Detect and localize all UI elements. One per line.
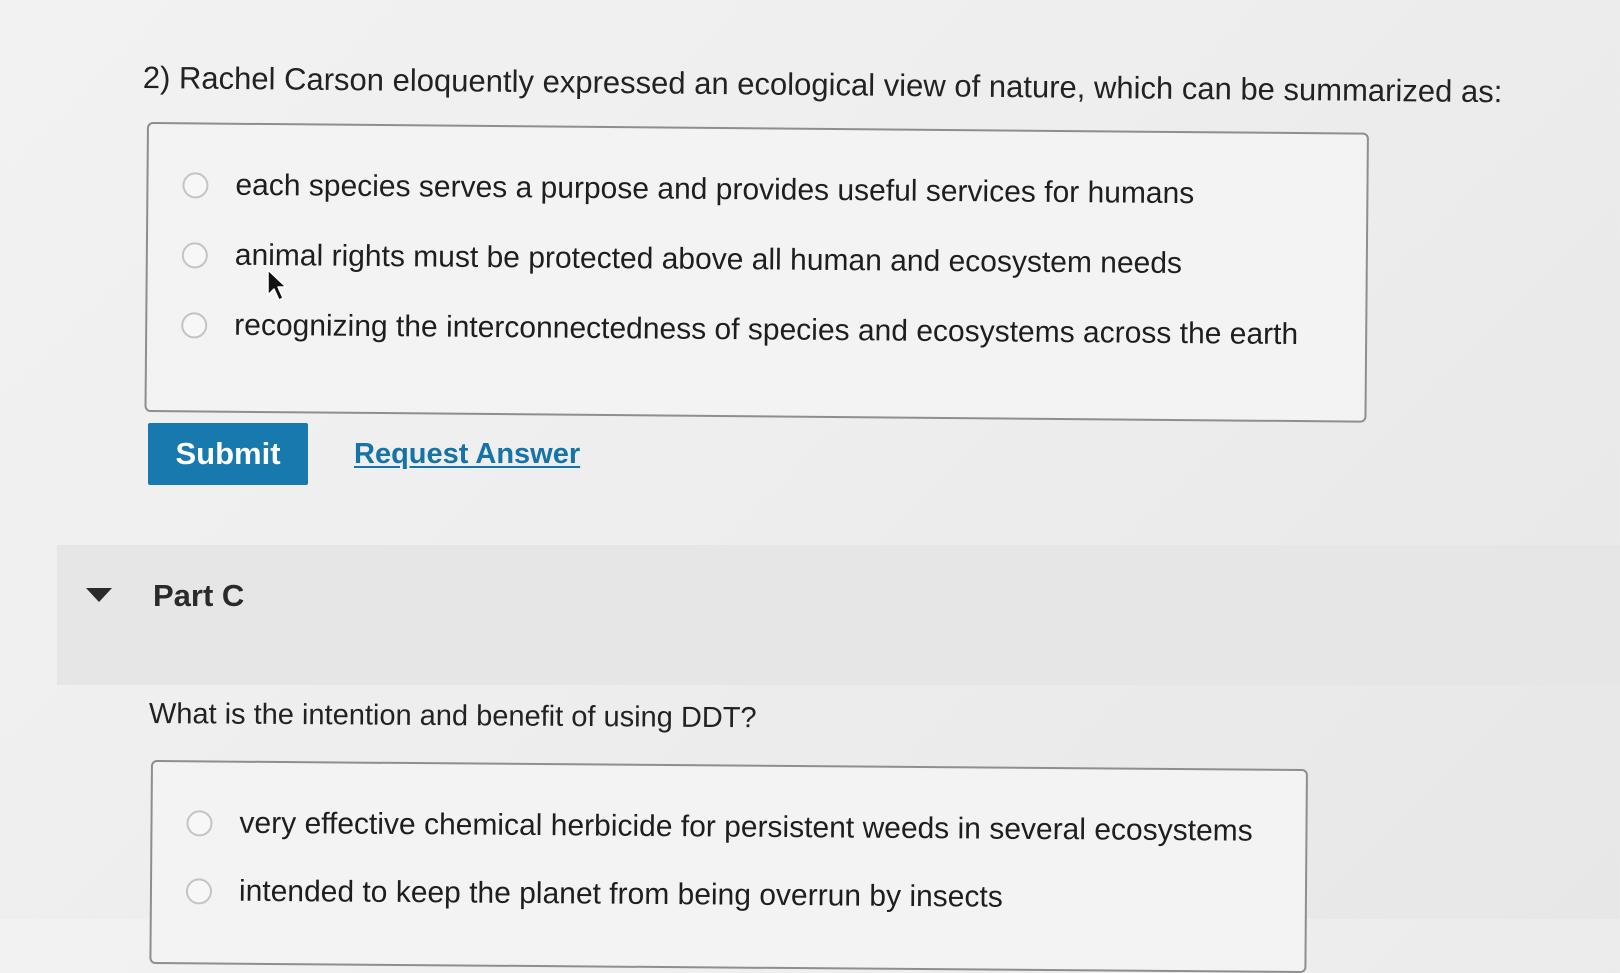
part-c-header xyxy=(57,545,1620,685)
answer-option-3-label: recognizing the interconnectedness of sp… xyxy=(234,308,1299,352)
caret-down-icon[interactable] xyxy=(86,588,112,602)
answer-choices-part-c: very effective chemical herbicide for pe… xyxy=(149,760,1308,973)
answer-choices-part-b: each species serves a purpose and provid… xyxy=(144,122,1369,423)
submit-button[interactable]: Submit xyxy=(148,423,308,485)
request-answer-link[interactable]: Request Answer xyxy=(354,438,580,471)
part-c-option-2-label: intended to keep the planet from being o… xyxy=(238,874,1003,914)
radio-button-part-c-option-1[interactable] xyxy=(186,810,213,837)
answer-option-3[interactable]: recognizing the interconnectedness of sp… xyxy=(181,308,1298,352)
answer-option-2[interactable]: animal rights must be protected above al… xyxy=(181,238,1183,281)
answer-option-2-label: animal rights must be protected above al… xyxy=(234,238,1183,281)
radio-button-option-1[interactable] xyxy=(182,172,209,199)
part-c-option-1[interactable]: very effective chemical herbicide for pe… xyxy=(186,806,1253,848)
radio-button-option-2[interactable] xyxy=(181,242,208,269)
answer-option-1-label: each species serves a purpose and provid… xyxy=(235,168,1195,211)
part-c-option-2[interactable]: intended to keep the planet from being o… xyxy=(185,874,1003,914)
radio-button-option-3[interactable] xyxy=(181,312,208,339)
mouse-cursor-icon xyxy=(267,269,287,301)
question-text-part-b: 2) Rachel Carson eloquently expressed an… xyxy=(142,60,1503,110)
question-text-part-c: What is the intention and benefit of usi… xyxy=(148,698,757,735)
answer-option-1[interactable]: each species serves a purpose and provid… xyxy=(182,168,1194,211)
radio-button-part-c-option-2[interactable] xyxy=(185,878,213,905)
part-c-option-1-label: very effective chemical herbicide for pe… xyxy=(239,806,1253,848)
part-c-title: Part C xyxy=(153,578,245,613)
